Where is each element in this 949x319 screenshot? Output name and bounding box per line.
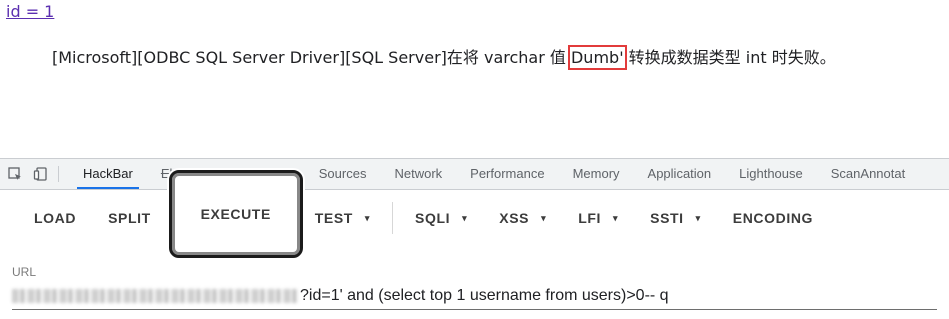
chevron-down-icon: ▾ (364, 213, 371, 223)
sqli-dropdown[interactable]: SQLI ▾ (399, 198, 483, 238)
tab-sources[interactable]: Sources (305, 159, 381, 189)
chevron-down-icon: ▾ (613, 213, 619, 223)
error-message: [Microsoft][ODBC SQL Server Driver][SQL … (52, 44, 836, 70)
tab-memory[interactable]: Memory (559, 159, 634, 189)
devtools-panel: HackBar Elements Console Sources Network… (0, 158, 949, 319)
tab-application[interactable]: Application (634, 159, 726, 189)
error-prefix: [Microsoft][ODBC SQL Server Driver][SQL … (52, 48, 571, 67)
devtools-tab-bar: HackBar Elements Console Sources Network… (0, 159, 949, 190)
ssti-label: SSTI (650, 210, 684, 226)
tab-performance[interactable]: Performance (456, 159, 558, 189)
chevron-down-icon: ▾ (695, 213, 701, 223)
test-label: TEST (314, 210, 353, 226)
chevron-down-icon: ▾ (541, 213, 547, 223)
highlighted-value: Dumb' (568, 45, 627, 70)
url-label: URL (12, 265, 37, 279)
execute-button-wrapper: EXECUTE (168, 170, 305, 258)
tab-scanannotat[interactable]: ScanAnnotat (817, 159, 919, 189)
device-toolbar-icon[interactable] (30, 163, 52, 185)
page-content: id = 1 [Microsoft][ODBC SQL Server Drive… (0, 0, 949, 158)
sqli-label: SQLI (415, 210, 451, 226)
tab-hackbar[interactable]: HackBar (69, 159, 147, 189)
xss-dropdown[interactable]: XSS ▾ (483, 198, 562, 238)
chevron-down-icon: ▾ (462, 213, 468, 223)
xss-label: XSS (499, 210, 530, 226)
test-dropdown[interactable]: TEST ▾ (305, 198, 386, 238)
redacted-host (12, 289, 298, 303)
url-query: ?id=1' and (select top 1 username from u… (300, 287, 669, 304)
split-button[interactable]: SPLIT (92, 198, 167, 238)
lfi-dropdown[interactable]: LFI ▾ (562, 198, 634, 238)
ssti-dropdown[interactable]: SSTI ▾ (634, 198, 717, 238)
hackbar-toolbar: LOAD SPLIT EXECUTE TEST ▾ SQLI ▾ XSS ▾ LFI ▾… (0, 170, 949, 258)
tab-network[interactable]: Network (380, 159, 456, 189)
inspect-element-icon[interactable] (4, 163, 26, 185)
url-input[interactable]: ?id=1' and (select top 1 username from u… (12, 283, 937, 310)
toolbar-divider (392, 202, 394, 234)
tab-separator (58, 166, 59, 182)
tab-lighthouse[interactable]: Lighthouse (725, 159, 817, 189)
execute-label: EXECUTE (200, 206, 271, 222)
load-button[interactable]: LOAD (0, 198, 92, 238)
id-link[interactable]: id = 1 (6, 2, 54, 21)
execute-button[interactable]: EXECUTE (168, 170, 303, 258)
lfi-label: LFI (578, 210, 601, 226)
error-suffix: 转换成数据类型 int 时失败。 (623, 48, 836, 67)
encoding-dropdown[interactable]: ENCODING (717, 198, 829, 238)
